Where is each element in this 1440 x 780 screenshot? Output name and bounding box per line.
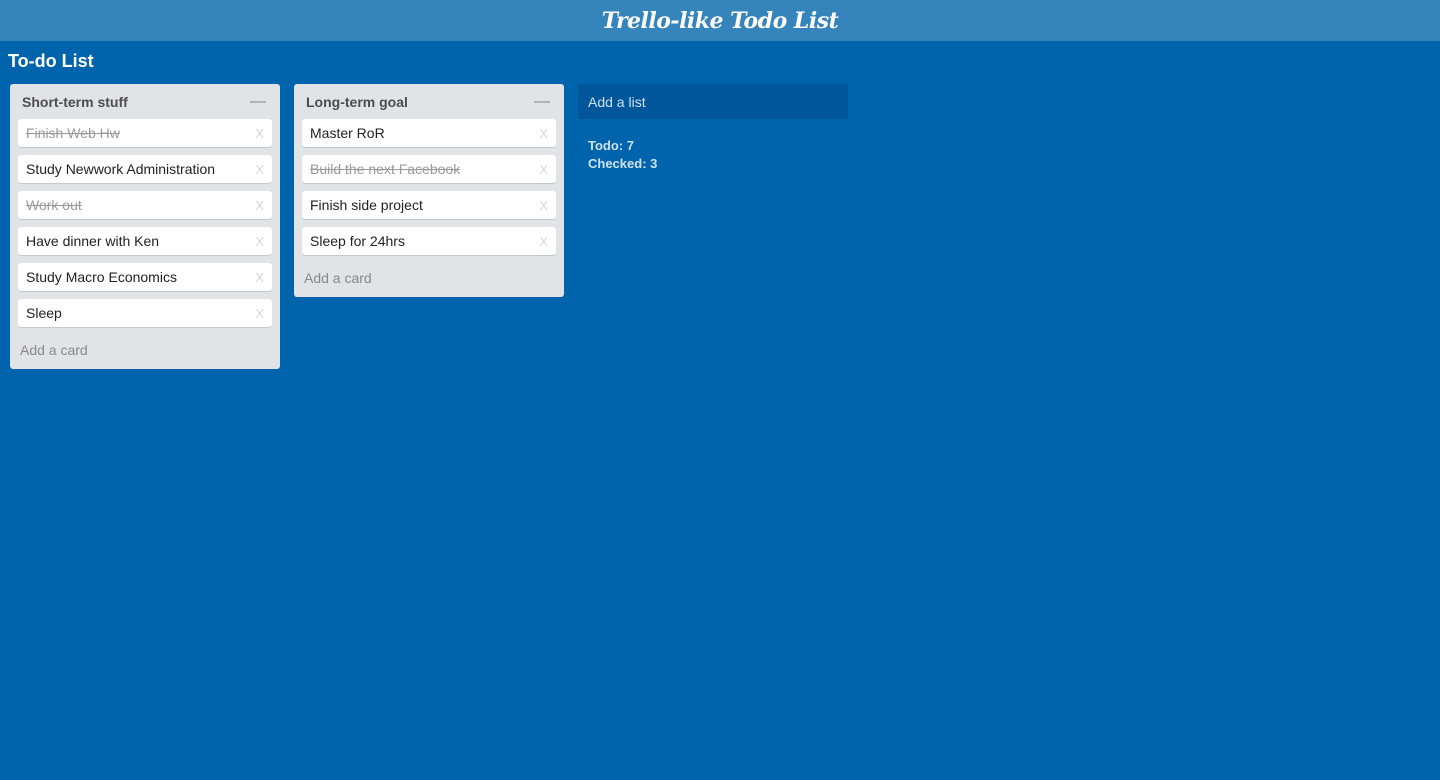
list-title[interactable]: Short-term stuff [22, 94, 128, 110]
card-text: Have dinner with Ken [26, 233, 160, 249]
top-bar: Trello-like Todo List [0, 0, 1440, 41]
card[interactable]: Master RoR X [302, 119, 556, 147]
delete-card-icon[interactable]: X [255, 270, 264, 285]
card[interactable]: Study Newwork Administration X [18, 155, 272, 183]
card-text: Work out [26, 197, 82, 213]
list-title[interactable]: Long-term goal [306, 94, 408, 110]
card[interactable]: Sleep for 24hrs X [302, 227, 556, 255]
card-text: Study Macro Economics [26, 269, 177, 285]
add-card-button[interactable]: Add a card [18, 333, 272, 367]
card-text: Finish Web Hw [26, 125, 120, 141]
card[interactable]: Work out X [18, 191, 272, 219]
list-short-term: Short-term stuff — Finish Web Hw X Study… [10, 84, 280, 369]
card[interactable]: Study Macro Economics X [18, 263, 272, 291]
delete-card-icon[interactable]: X [539, 198, 548, 213]
minimize-icon[interactable]: — [250, 93, 268, 111]
board-title: To-do List [8, 51, 94, 71]
stats-panel: Todo: 7 Checked: 3 [588, 137, 657, 173]
card-text: Sleep [26, 305, 62, 321]
delete-card-icon[interactable]: X [539, 126, 548, 141]
delete-card-icon[interactable]: X [255, 162, 264, 177]
todo-count: Todo: 7 [588, 138, 634, 153]
card-text: Sleep for 24hrs [310, 233, 405, 249]
minimize-icon[interactable]: — [534, 93, 552, 111]
card[interactable]: Finish Web Hw X [18, 119, 272, 147]
card[interactable]: Build the next Facebook X [302, 155, 556, 183]
card[interactable]: Finish side project X [302, 191, 556, 219]
add-list-button[interactable]: Add a list [578, 84, 848, 119]
delete-card-icon[interactable]: X [255, 234, 264, 249]
list-long-term: Long-term goal — Master RoR X Build the … [294, 84, 564, 297]
delete-card-icon[interactable]: X [255, 306, 264, 321]
card-text: Master RoR [310, 125, 385, 141]
list-header: Short-term stuff — [18, 84, 272, 119]
delete-card-icon[interactable]: X [539, 162, 548, 177]
list-header: Long-term goal — [302, 84, 556, 119]
card-text: Build the next Facebook [310, 161, 461, 177]
card-text: Finish side project [310, 197, 423, 213]
card-text: Study Newwork Administration [26, 161, 216, 177]
card[interactable]: Sleep X [18, 299, 272, 327]
card[interactable]: Have dinner with Ken X [18, 227, 272, 255]
checked-count: Checked: 3 [588, 156, 658, 171]
app-title: Trello-like Todo List [601, 7, 839, 34]
delete-card-icon[interactable]: X [255, 126, 264, 141]
delete-card-icon[interactable]: X [539, 234, 548, 249]
add-card-button[interactable]: Add a card [302, 261, 556, 295]
delete-card-icon[interactable]: X [255, 198, 264, 213]
